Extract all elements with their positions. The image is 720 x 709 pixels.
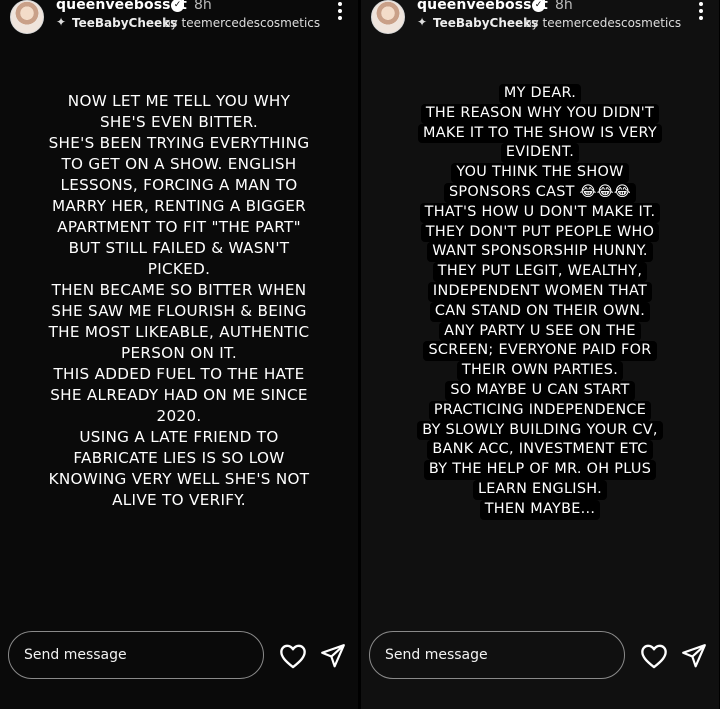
story-text-line: THAT'S HOW U DON'T MAKE IT.	[419, 202, 661, 223]
post-time: 8h	[194, 0, 212, 13]
track-artist[interactable]: TeeBabyCheeks	[72, 16, 177, 30]
send-message-input[interactable]: Send message	[8, 631, 264, 679]
story-text-line: CAN STAND ON THEIR OWN.	[429, 301, 651, 322]
more-vertical-icon[interactable]	[337, 2, 343, 24]
story-text-line: KNOWING VERY WELL SHE'S NOT	[48, 470, 310, 488]
send-message-placeholder: Send message	[385, 647, 488, 663]
story-text-line: ALIVE TO VERIFY.	[112, 491, 246, 509]
story-text-line: MY DEAR.	[498, 84, 582, 104]
story-text-line: SHE'S BEEN TRYING EVERYTHING	[48, 134, 310, 152]
story-text-line: THEIR OWN PARTIES.	[456, 361, 624, 381]
story-text-line: THIS ADDED FUEL TO THE HATE	[53, 365, 305, 383]
avatar[interactable]	[371, 0, 405, 34]
story-text-line: WANT SPONSORSHIP HUNNY.	[427, 242, 653, 263]
track-by[interactable]: by teemercedescosmetics	[163, 16, 320, 30]
story-text-line: EVIDENT.	[500, 143, 580, 164]
more-vertical-icon[interactable]	[698, 2, 704, 24]
story-text-line: FABRICATE LIES IS SO LOW	[73, 449, 285, 467]
story-text-line: 2020.	[156, 407, 202, 425]
story-text-line: THEN MAYBE...	[479, 499, 601, 520]
story-text-line: ANY PARTY U SEE ON THE	[439, 321, 641, 342]
story-header: queenveebosset ✓ 8h ✦ TeeBabyCheeks by t…	[361, 0, 719, 40]
story-text-line: SCREEN; EVERYONE PAID FOR	[423, 341, 657, 362]
story-text-line: SHE ALREADY HAD ON ME SINCE	[50, 386, 308, 404]
story-text-line: THE MOST LIKEABLE, AUTHENTIC	[48, 323, 310, 341]
story-text-line: PICKED.	[147, 260, 211, 278]
story-text-line: MARRY HER, RENTING A BIGGER	[51, 197, 307, 215]
send-message-input[interactable]: Send message	[369, 631, 625, 679]
story-text-line: SPONSORS CAST 😂😂😂	[443, 182, 636, 203]
story-text-line: LEARN ENGLISH.	[472, 479, 608, 500]
story-text-line: BANK ACC, INVESTMENT ETC	[427, 440, 653, 461]
story-text-line: SHE SAW ME FLOURISH & BEING	[51, 302, 307, 320]
story-text-line: PERSON ON IT.	[121, 344, 237, 362]
story-text: NOW LET ME TELL YOU WHY SHE'S EVEN BITTE…	[0, 91, 358, 511]
heart-icon[interactable]	[640, 643, 668, 669]
story-text-line: THEY DON'T PUT PEOPLE WHO	[420, 222, 660, 243]
story-panel-right[interactable]: queenveebosset ✓ 8h ✦ TeeBabyCheeks by t…	[361, 0, 719, 709]
send-icon[interactable]	[320, 643, 346, 669]
send-icon[interactable]	[681, 643, 707, 669]
story-text-line: NOW LET ME TELL YOU WHY	[67, 92, 291, 110]
story-text-line: MAKE IT TO THE SHOW IS VERY	[418, 123, 662, 144]
track-artist[interactable]: TeeBabyCheeks	[433, 16, 538, 30]
story-text-line: APARTMENT TO FIT "THE PART"	[57, 218, 301, 236]
username[interactable]: queenveebosset	[417, 0, 548, 13]
heart-icon[interactable]	[279, 643, 307, 669]
story-text-line: LESSONS, FORCING A MAN TO	[60, 176, 298, 194]
story-text-line: TO GET ON A SHOW. ENGLISH	[61, 155, 297, 173]
story-text-line: BY SLOWLY BUILDING YOUR CV,	[417, 420, 663, 441]
username[interactable]: queenveebosset	[56, 0, 187, 13]
story-text-line: SO MAYBE U CAN START	[445, 380, 635, 401]
story-panel-left[interactable]: queenveebosset ✓ 8h ✦ TeeBabyCheeks by t…	[0, 0, 358, 709]
story-text-line: USING A LATE FRIEND TO	[79, 428, 279, 446]
track-by[interactable]: by teemercedescosmetics	[524, 16, 681, 30]
story-text-line: INDEPENDENT WOMEN THAT	[427, 281, 653, 302]
music-sparkle-icon: ✦	[417, 15, 428, 29]
story-text-line: THE REASON WHY YOU DIDN'T	[420, 103, 660, 124]
story-text-line: THEN BECAME SO BITTER WHEN	[51, 281, 307, 299]
post-time: 8h	[555, 0, 573, 13]
story-text-line: BY THE HELP OF MR. OH PLUS	[423, 460, 657, 480]
send-message-placeholder: Send message	[24, 647, 127, 663]
story-header: queenveebosset ✓ 8h ✦ TeeBabyCheeks by t…	[0, 0, 358, 40]
music-sparkle-icon: ✦	[56, 15, 67, 29]
story-text-line: SHE'S EVEN BITTER.	[99, 113, 259, 131]
story-text-line: THEY PUT LEGIT, WEALTHY,	[432, 262, 648, 282]
story-text-line: YOU THINK THE SHOW	[451, 163, 629, 183]
avatar[interactable]	[10, 0, 44, 34]
story-text-line: BUT STILL FAILED & WASN'T	[68, 239, 290, 257]
story-text-line: PRACTICING INDEPENDENCE	[428, 400, 652, 421]
story-text: MY DEAR. THE REASON WHY YOU DIDN'T MAKE …	[361, 84, 719, 520]
